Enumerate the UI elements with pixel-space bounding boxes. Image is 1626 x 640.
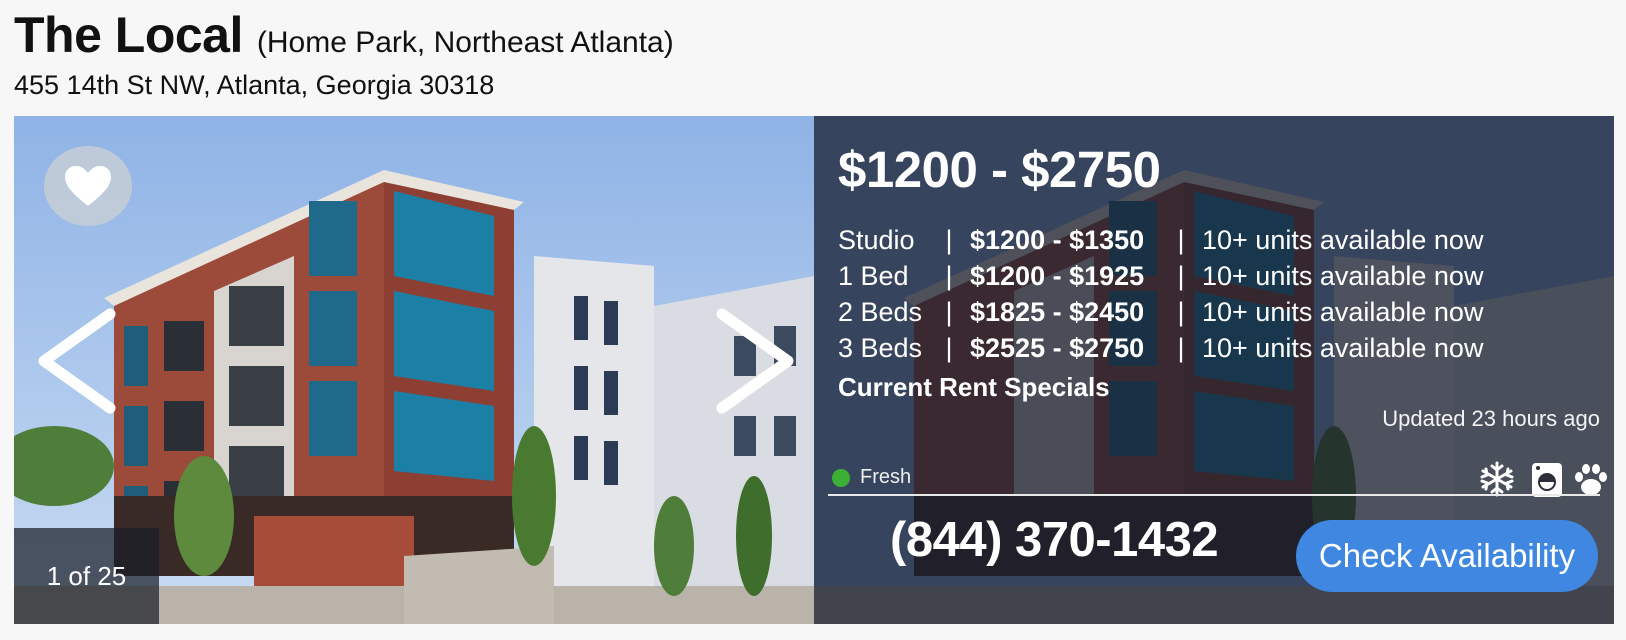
separator: |	[1177, 225, 1185, 255]
rent-row: 3 Beds | $2525 - $2750 | 10+ units avail…	[838, 330, 1483, 366]
separator: |	[1177, 297, 1185, 327]
next-photo-button[interactable]	[710, 306, 800, 416]
property-address: 455 14th St NW, Atlanta, Georgia 30318	[14, 70, 495, 100]
phone-number[interactable]: (844) 370-1432	[890, 512, 1219, 568]
unit-type: 3 Beds	[838, 333, 923, 363]
separator: |	[945, 297, 953, 327]
rent-specials-link[interactable]: Current Rent Specials	[838, 372, 1110, 403]
photo-counter: 1 of 25	[14, 528, 159, 624]
rent-row: 2 Beds | $1825 - $2450 | 10+ units avail…	[838, 294, 1483, 330]
unit-price: $2525 - $2750	[970, 333, 1145, 363]
unit-type: 2 Beds	[838, 297, 923, 327]
fresh-status: Fresh	[832, 466, 911, 489]
check-availability-button[interactable]: Check Availability	[1296, 520, 1598, 592]
rent-row: 1 Bed | $1200 - $1925 | 10+ units availa…	[838, 258, 1483, 294]
price-range: $1200 - $2750	[838, 141, 1161, 198]
status-dot	[832, 468, 850, 487]
pricing-panel: $1200 - $2750 Studio | $1200 - $1350 | 1…	[814, 116, 1614, 624]
snowflake-icon	[1480, 461, 1514, 497]
listing-hero: 1 of 25 $1200 - $2750 Studio | $1200 - $…	[14, 116, 1614, 624]
separator: |	[1177, 333, 1185, 363]
unit-price: $1200 - $1925	[970, 261, 1145, 291]
rent-row: Studio | $1200 - $1350 | 10+ units avail…	[838, 222, 1483, 258]
unit-availability: 10+ units available now	[1202, 261, 1484, 291]
chevron-left-icon	[38, 308, 116, 414]
rent-table: Studio | $1200 - $1350 | 10+ units avail…	[838, 222, 1483, 366]
neighborhood: (Home Park, Northeast Atlanta)	[256, 26, 674, 59]
separator: |	[945, 225, 953, 255]
unit-availability: 10+ units available now	[1202, 333, 1484, 363]
unit-type: 1 Bed	[838, 261, 909, 291]
unit-type: Studio	[838, 225, 915, 255]
unit-availability: 10+ units available now	[1202, 225, 1484, 255]
chevron-right-icon	[716, 308, 794, 414]
unit-price: $1200 - $1350	[970, 225, 1145, 255]
favorite-button[interactable]	[44, 146, 132, 226]
updated-timestamp: Updated 23 hours ago	[1382, 406, 1600, 431]
listing-header: The Local (Home Park, Northeast Atlanta)…	[14, 6, 1614, 101]
title-row: The Local (Home Park, Northeast Atlanta)	[14, 6, 1614, 63]
fresh-label: Fresh	[860, 466, 912, 488]
separator: |	[1177, 261, 1185, 291]
property-name: The Local	[14, 7, 243, 63]
unit-availability: 10+ units available now	[1202, 297, 1484, 327]
separator: |	[945, 333, 953, 363]
paw-icon	[1575, 464, 1607, 495]
heart-icon	[65, 166, 111, 206]
prev-photo-button[interactable]	[32, 306, 122, 416]
unit-price: $1825 - $2450	[970, 297, 1145, 327]
divider	[828, 494, 1600, 496]
washer-icon	[1532, 463, 1562, 497]
separator: |	[945, 261, 953, 291]
